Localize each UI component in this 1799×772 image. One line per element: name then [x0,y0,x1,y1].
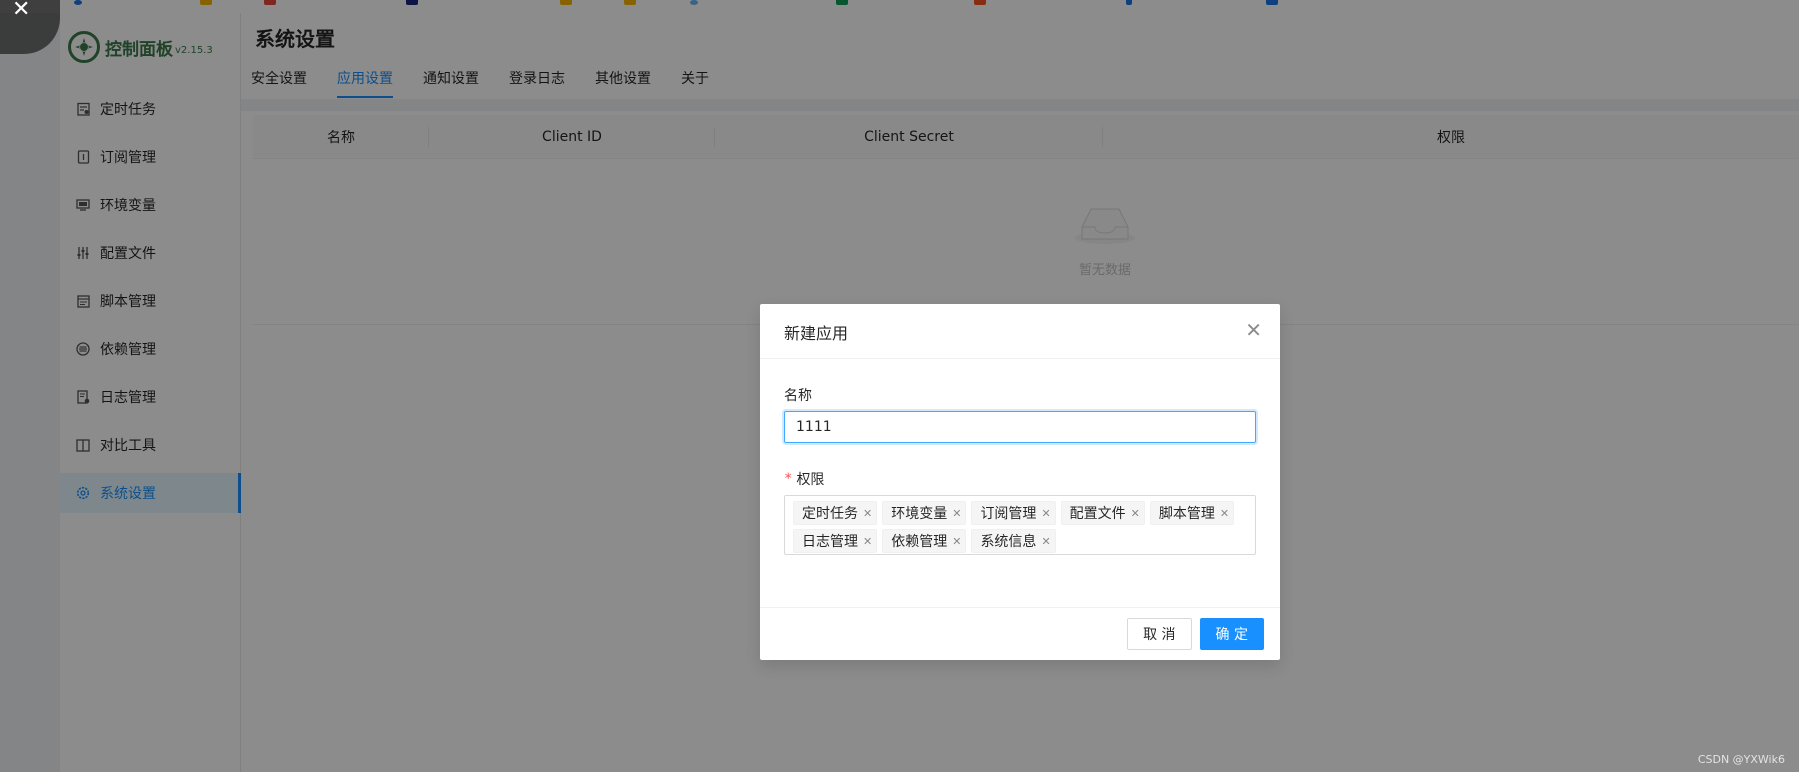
scope-tag: 依赖管理 ✕ [882,529,967,553]
modal-title: 新建应用 [784,324,849,343]
modal-footer: 取 消 确 定 [760,607,1280,660]
required-mark: * [784,471,793,487]
drawer-close-button[interactable]: ✕ [0,0,60,54]
tag-label: 系统信息 [980,534,1037,550]
tag-close-icon[interactable]: ✕ [1131,507,1140,520]
modal-header: 新建应用 ✕ [760,304,1280,359]
tag-label: 配置文件 [1069,506,1126,522]
close-icon: ✕ [12,0,31,22]
modal-body: 名称 * 权限 定时任务 ✕ 环境变量 ✕ 订阅管理 ✕ 配置文件 ✕ 脚本管理 ✕ 日志… [760,359,1280,555]
scope-label-text: 权限 [796,472,825,488]
scope-tag: 环境变量 ✕ [882,501,967,525]
scope-tag: 脚本管理 ✕ [1149,501,1235,525]
tag-close-icon[interactable]: ✕ [863,535,872,548]
scope-tag: 系统信息 ✕ [971,529,1056,553]
tag-close-icon[interactable]: ✕ [1220,507,1229,520]
scope-tag: 日志管理 ✕ [793,529,878,553]
tag-close-icon[interactable]: ✕ [952,507,961,520]
tag-close-icon[interactable]: ✕ [952,535,961,548]
scopes-select[interactable]: 定时任务 ✕ 环境变量 ✕ 订阅管理 ✕ 配置文件 ✕ 脚本管理 ✕ 日志管理 ✕ 依赖管理… [784,495,1256,555]
tag-label: 依赖管理 [891,534,948,550]
name-label-text: 名称 [784,388,812,404]
tag-label: 脚本管理 [1158,506,1215,522]
tag-label: 环境变量 [891,506,948,522]
name-label: 名称 [784,379,1256,411]
tag-close-icon[interactable]: ✕ [1041,535,1050,548]
tag-close-icon[interactable]: ✕ [1041,507,1050,520]
watermark: CSDN @YXWik6 [1697,753,1785,766]
cancel-button[interactable]: 取 消 [1127,618,1192,650]
tag-label: 订阅管理 [980,506,1037,522]
ok-button[interactable]: 确 定 [1199,618,1264,650]
create-app-modal: 新建应用 ✕ 名称 * 权限 定时任务 ✕ 环境变量 ✕ 订阅管理 ✕ 配置文件 ✕ 脚… [760,304,1280,660]
scope-label: * 权限 [784,463,1256,495]
scope-tag: 定时任务 ✕ [793,501,878,525]
app-name-input[interactable] [784,411,1256,443]
scope-tag: 配置文件 ✕ [1060,501,1145,525]
modal-close-icon[interactable]: ✕ [1245,318,1262,342]
tag-label: 定时任务 [802,506,858,522]
tag-close-icon[interactable]: ✕ [863,507,872,520]
scope-tag: 订阅管理 ✕ [971,501,1056,525]
tag-label: 日志管理 [802,534,858,550]
